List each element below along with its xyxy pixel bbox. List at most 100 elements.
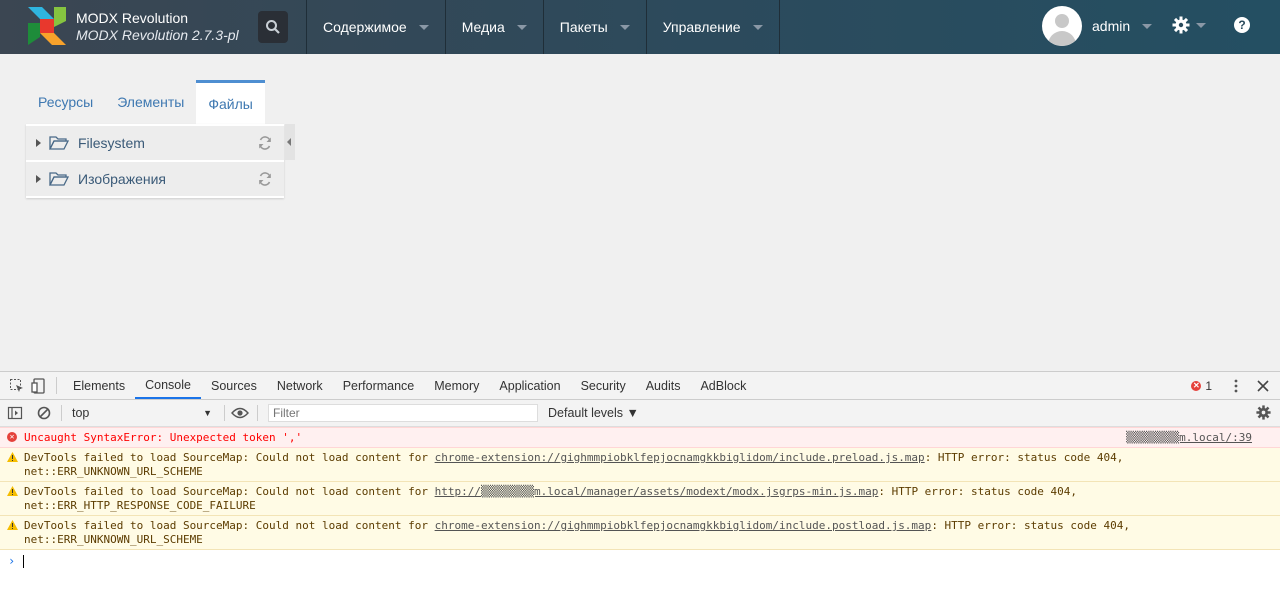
console-warning-message: DevTools failed to load SourceMap: Could… <box>0 516 1280 550</box>
divider <box>61 405 62 421</box>
console-warning-message: DevTools failed to load SourceMap: Could… <box>0 448 1280 482</box>
tree-item-images[interactable]: Изображения <box>26 162 284 196</box>
nav-label: Медиа <box>461 19 505 35</box>
clear-console-icon[interactable] <box>37 406 51 420</box>
expand-arrow-icon[interactable] <box>36 175 41 183</box>
console-error-message: ✕ Uncaught SyntaxError: Unexpected token… <box>0 427 1280 448</box>
nav-label: Содержимое <box>323 19 407 35</box>
user-menu[interactable]: admin <box>1042 6 1153 46</box>
chevron-down-icon <box>619 24 630 30</box>
avatar <box>1042 6 1082 46</box>
folder-icon <box>49 136 69 150</box>
tree-item-label: Изображения <box>78 171 166 187</box>
message-source-link[interactable]: ▒▒▒▒▒▒▒▒m.local/:39 <box>1126 431 1252 445</box>
context-select[interactable]: top ▼ <box>66 406 218 420</box>
refresh-icon[interactable] <box>258 172 272 186</box>
message-text: DevTools failed to load SourceMap: Could… <box>24 519 435 532</box>
text-cursor <box>23 554 25 568</box>
devtools-tab[interactable]: Elements <box>63 372 135 399</box>
nav-label: Управление <box>662 19 741 35</box>
search-icon <box>266 20 280 34</box>
nav-media[interactable]: Медиа <box>444 0 543 54</box>
error-count: 1 <box>1205 378 1212 393</box>
devtools-right-controls: ✕ 1 <box>1191 372 1280 399</box>
chevron-left-icon <box>287 138 291 146</box>
inspect-element-button[interactable] <box>6 372 28 399</box>
prompt-chevron-icon: › <box>8 554 16 568</box>
devtools-tab[interactable]: Sources <box>201 372 267 399</box>
message-text: net::ERR_UNKNOWN_URL_SCHEME <box>24 533 203 546</box>
divider <box>257 405 258 421</box>
chevron-down-icon <box>418 24 429 30</box>
chevron-down-icon <box>1196 22 1206 28</box>
device-toolbar-button[interactable] <box>28 372 50 399</box>
message-url-link[interactable]: http://▒▒▒▒▒▒▒▒m.local/manager/assets/mo… <box>435 485 879 498</box>
sidebar-collapse-handle[interactable] <box>285 124 295 160</box>
settings-menu[interactable] <box>1172 16 1206 34</box>
devtools-tab[interactable]: Performance <box>333 372 425 399</box>
tree-item-label: Filesystem <box>78 135 145 151</box>
more-options-icon[interactable] <box>1228 378 1244 394</box>
gear-icon <box>1172 16 1190 34</box>
username: admin <box>1092 18 1131 34</box>
message-text: : HTTP error: status code 404, <box>878 485 1078 498</box>
main-nav: Содержимое Медиа Пакеты Управление <box>306 0 780 54</box>
modx-logo[interactable] <box>28 7 66 45</box>
tree-item-filesystem[interactable]: Filesystem <box>26 126 284 160</box>
devtools-tab[interactable]: Audits <box>636 372 691 399</box>
close-icon[interactable] <box>1256 379 1270 393</box>
console-output: ✕ Uncaught SyntaxError: Unexpected token… <box>0 427 1280 572</box>
help-button[interactable]: ? <box>1234 17 1250 33</box>
nav-manage[interactable]: Управление <box>645 0 780 54</box>
chevron-down-icon <box>1142 23 1153 29</box>
message-text: net::ERR_HTTP_RESPONSE_CODE_FAILURE <box>24 499 256 512</box>
warning-icon <box>7 486 18 496</box>
chevron-down-icon <box>752 24 763 30</box>
device-icon <box>31 377 45 394</box>
message-text: DevTools failed to load SourceMap: Could… <box>24 451 435 464</box>
chevron-down-icon <box>516 24 527 30</box>
expand-arrow-icon[interactable] <box>36 139 41 147</box>
devtools-tab[interactable]: AdBlock <box>690 372 756 399</box>
error-icon: ✕ <box>1191 380 1202 391</box>
tab-files[interactable]: Файлы <box>196 80 265 124</box>
tab-resources[interactable]: Ресурсы <box>26 80 105 124</box>
message-text: : HTTP error: status code 404, <box>924 451 1124 464</box>
message-text: DevTools failed to load SourceMap: Could… <box>24 485 435 498</box>
brand-version: MODX Revolution 2.7.3-pl <box>76 27 239 43</box>
message-url-link[interactable]: chrome-extension://gighmmpiobklfepjocnam… <box>435 519 932 532</box>
error-icon: ✕ <box>7 432 17 442</box>
warning-icon <box>7 452 18 462</box>
log-levels-select[interactable]: Default levels ▼ <box>548 406 639 420</box>
brand[interactable]: MODX Revolution MODX Revolution 2.7.3-pl <box>76 10 239 44</box>
divider <box>224 405 225 421</box>
message-url-link[interactable]: chrome-extension://gighmmpiobklfepjocnam… <box>435 451 925 464</box>
devtools-tab-active[interactable]: Console <box>135 372 201 399</box>
devtools-tab[interactable]: Application <box>489 372 570 399</box>
message-text: Uncaught SyntaxError: Unexpected token '… <box>24 431 303 444</box>
warning-icon <box>7 520 18 530</box>
gear-icon[interactable] <box>1256 405 1271 420</box>
nav-label: Пакеты <box>559 19 608 35</box>
tab-elements[interactable]: Элементы <box>105 80 196 124</box>
inspect-icon <box>10 378 23 392</box>
devtools-tab[interactable]: Memory <box>424 372 489 399</box>
context-value: top <box>72 406 90 420</box>
file-tree: Filesystem Изображения <box>26 124 284 198</box>
refresh-icon[interactable] <box>258 136 272 150</box>
folder-icon <box>49 172 69 186</box>
nav-packages[interactable]: Пакеты <box>542 0 646 54</box>
divider <box>56 377 57 394</box>
nav-content[interactable]: Содержимое <box>306 0 445 54</box>
console-prompt[interactable]: › <box>0 550 1280 572</box>
error-counter[interactable]: ✕ 1 <box>1191 379 1212 393</box>
eye-icon[interactable] <box>231 407 249 419</box>
sidebar-tabs: Ресурсы Элементы Файлы <box>26 80 265 124</box>
devtools-panel: Elements Console Sources Network Perform… <box>0 371 1280 609</box>
devtools-tab[interactable]: Security <box>571 372 636 399</box>
search-button[interactable] <box>258 11 288 43</box>
devtools-tab[interactable]: Network <box>267 372 333 399</box>
sidebar-toggle-icon[interactable] <box>7 405 23 421</box>
filter-input[interactable] <box>268 404 538 422</box>
message-text: net::ERR_UNKNOWN_URL_SCHEME <box>24 465 203 478</box>
